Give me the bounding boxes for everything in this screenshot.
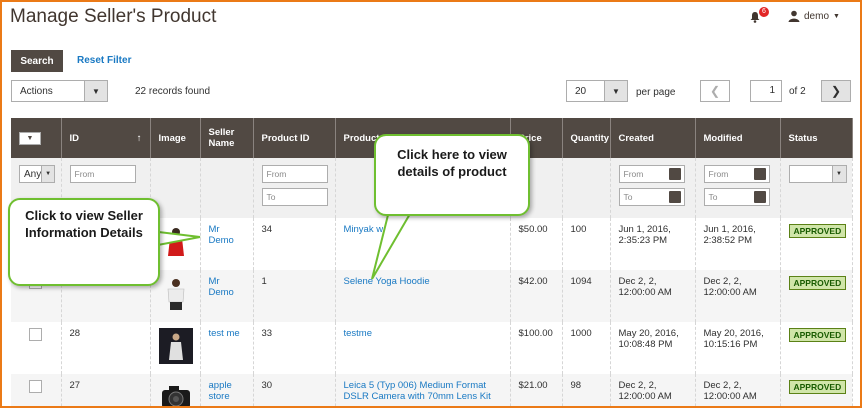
chevron-down-icon: ▼ bbox=[604, 81, 627, 101]
col-quantity[interactable]: Quantity bbox=[562, 118, 611, 158]
user-icon bbox=[788, 10, 800, 22]
price-cell: $21.00 bbox=[510, 374, 563, 406]
quantity-cell: 98 bbox=[562, 374, 611, 406]
created-cell: Dec 2, 2, 12:00:00 AM bbox=[610, 374, 696, 406]
created-from-input[interactable]: From bbox=[618, 165, 685, 183]
modified-cell: Jun 1, 2016, 2:38:52 PM bbox=[695, 218, 781, 270]
product-id-cell: 33 bbox=[253, 322, 336, 374]
search-button[interactable]: Search bbox=[11, 50, 63, 72]
seller-callout: Click to view Seller Information Details bbox=[8, 198, 160, 286]
app-window: Manage Seller's Product 6 demo ▼ Search … bbox=[0, 0, 862, 408]
modified-from-input[interactable]: From bbox=[703, 165, 770, 183]
any-select[interactable]: Any ▼ bbox=[19, 165, 55, 183]
seller-link[interactable]: Mr Demo bbox=[209, 224, 234, 246]
product-link[interactable]: Leica 5 (Typ 006) Medium Format DSLR Cam… bbox=[344, 380, 491, 402]
product-id-cell: 34 bbox=[253, 218, 336, 270]
id-from-input[interactable]: From bbox=[69, 165, 136, 183]
next-page-button[interactable]: ❯ bbox=[821, 80, 851, 102]
price-cell: $50.00 bbox=[510, 218, 563, 270]
calendar-icon[interactable] bbox=[668, 191, 681, 203]
modified-cell: May 20, 2016, 10:15:16 PM bbox=[695, 322, 781, 374]
seller-link[interactable]: apple store bbox=[209, 380, 232, 402]
prev-page-button[interactable]: ❮ bbox=[700, 80, 730, 102]
product-thumbnail bbox=[161, 386, 190, 406]
product-callout: Click here to view details of product bbox=[374, 134, 530, 216]
col-image[interactable]: Image bbox=[150, 118, 201, 158]
calendar-icon[interactable] bbox=[753, 191, 766, 203]
col-product-id[interactable]: Product ID bbox=[253, 118, 336, 158]
status-badge: APPROVED bbox=[788, 328, 847, 342]
row-checkbox[interactable] bbox=[29, 328, 43, 341]
user-menu[interactable]: demo ▼ bbox=[788, 10, 840, 22]
callout-pointer bbox=[371, 207, 416, 280]
product-id-cell: 30 bbox=[253, 374, 336, 406]
product-id-from-input[interactable]: From bbox=[261, 165, 328, 183]
chevron-down-icon: ▼ bbox=[833, 12, 840, 20]
created-cell: Dec 2, 2, 12:00:00 AM bbox=[610, 270, 696, 322]
per-page-label: per page bbox=[636, 87, 676, 98]
id-cell: 28 bbox=[61, 322, 151, 374]
actions-select[interactable]: Actions ▼ bbox=[11, 80, 108, 102]
row-checkbox[interactable] bbox=[29, 380, 43, 393]
price-cell: $100.00 bbox=[510, 322, 563, 374]
price-cell: $42.00 bbox=[510, 270, 563, 322]
col-id[interactable]: ID ↑ bbox=[61, 118, 151, 158]
quantity-cell: 100 bbox=[562, 218, 611, 270]
col-modified[interactable]: Modified bbox=[695, 118, 781, 158]
reset-filter-link[interactable]: Reset Filter bbox=[77, 55, 131, 66]
sort-arrow-icon: ↑ bbox=[136, 132, 142, 144]
calendar-icon[interactable] bbox=[668, 168, 681, 180]
product-thumbnail bbox=[167, 279, 184, 310]
page-title: Manage Seller's Product bbox=[10, 6, 217, 27]
created-to-input[interactable]: To bbox=[618, 188, 685, 206]
col-status[interactable]: Status bbox=[780, 118, 853, 158]
page-input[interactable]: 1 bbox=[750, 80, 782, 102]
created-cell: Jun 1, 2016, 2:35:23 PM bbox=[610, 218, 696, 270]
actions-label: Actions bbox=[20, 85, 53, 97]
table-row: 27 apple store 30 Leica 5 (Typ 006) Medi… bbox=[11, 374, 853, 406]
per-page-value: 20 bbox=[575, 85, 587, 97]
calendar-icon[interactable] bbox=[753, 168, 766, 180]
mass-select-header[interactable]: ▼ bbox=[11, 118, 62, 158]
status-badge: APPROVED bbox=[788, 224, 847, 238]
status-badge: APPROVED bbox=[788, 276, 847, 290]
notification-badge: 6 bbox=[759, 7, 769, 17]
status-filter-select[interactable]: ▼ bbox=[788, 165, 847, 183]
modified-cell: Dec 2, 2, 12:00:00 AM bbox=[695, 374, 781, 406]
modified-to-input[interactable]: To bbox=[703, 188, 770, 206]
per-page-select[interactable]: 20 ▼ bbox=[566, 80, 628, 102]
chevron-down-icon: ▼ bbox=[84, 81, 107, 101]
product-thumbnail bbox=[158, 328, 193, 364]
records-count: 22 records found bbox=[135, 86, 211, 97]
col-seller-name[interactable]: Seller Name bbox=[200, 118, 254, 158]
product-id-cell: 1 bbox=[253, 270, 336, 322]
product-callout-text: Click here to view details of product bbox=[397, 147, 507, 179]
quantity-cell: 1000 bbox=[562, 322, 611, 374]
status-badge: APPROVED bbox=[788, 380, 847, 394]
seller-link[interactable]: Mr Demo bbox=[209, 276, 234, 298]
seller-link[interactable]: test me bbox=[209, 328, 240, 339]
quantity-cell: 1094 bbox=[562, 270, 611, 322]
product-id-to-input[interactable]: To bbox=[261, 188, 328, 206]
modified-cell: Dec 2, 2, 12:00:00 AM bbox=[695, 270, 781, 322]
id-cell: 27 bbox=[61, 374, 151, 406]
table-row: 28 test me 33 testme $100.00 1000 May 20… bbox=[11, 322, 853, 374]
product-link[interactable]: testme bbox=[344, 328, 373, 339]
user-name: demo bbox=[804, 10, 830, 22]
created-cell: May 20, 2016, 10:08:48 PM bbox=[610, 322, 696, 374]
col-created[interactable]: Created bbox=[610, 118, 696, 158]
page-total: of 2 bbox=[789, 86, 806, 97]
seller-callout-text: Click to view Seller Information Details bbox=[25, 208, 143, 240]
